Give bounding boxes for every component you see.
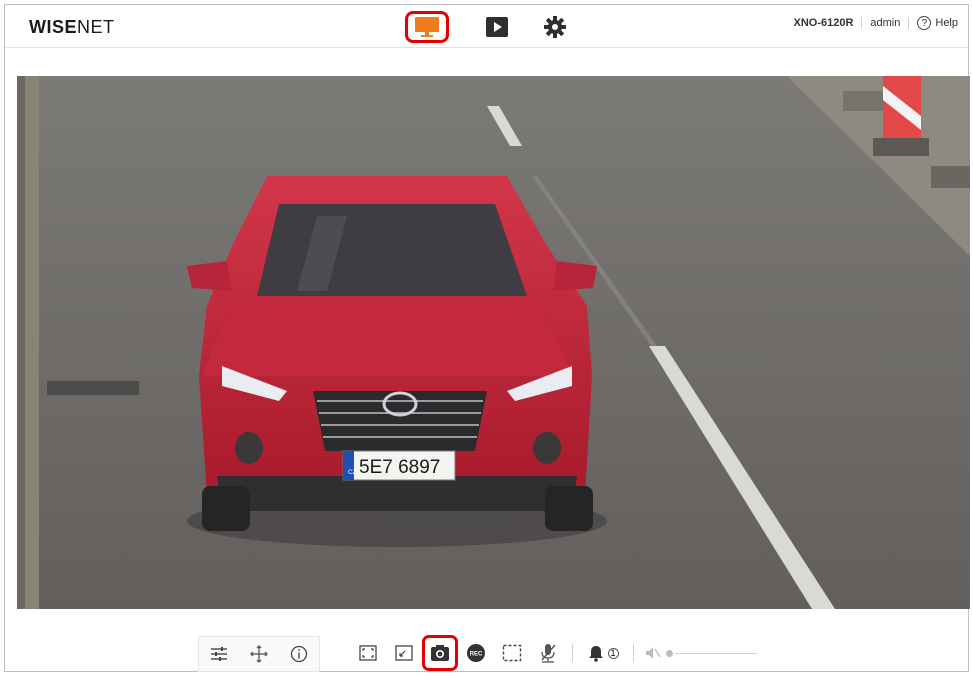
- record-icon: REC: [467, 644, 485, 662]
- dashed-square-icon: [502, 644, 522, 662]
- browser-frame: WISENET XNO-6120R admin ? Help CZ 5E7 68…: [4, 4, 970, 673]
- svg-text:REC: REC: [470, 652, 483, 658]
- toolbar-divider: [572, 644, 573, 662]
- ptz-control-button[interactable]: [239, 638, 279, 670]
- license-plate-text: 5E7 6897: [359, 457, 440, 478]
- toolbar-divider: [633, 644, 634, 662]
- volume-knob[interactable]: [666, 649, 673, 657]
- play-icon: [486, 17, 508, 37]
- record-button[interactable]: REC: [458, 637, 494, 669]
- toolbar-left-group: [198, 636, 320, 672]
- wisenet-logo: WISENET: [29, 17, 115, 37]
- setup-button[interactable]: [533, 11, 577, 43]
- monitor-icon: [415, 17, 439, 37]
- live-view-button[interactable]: [405, 11, 449, 43]
- info-button[interactable]: [279, 638, 319, 670]
- alarm-count: 1: [607, 647, 619, 659]
- fit-screen-button[interactable]: [350, 637, 386, 669]
- playback-button[interactable]: [475, 11, 519, 43]
- help-button[interactable]: ? Help: [909, 16, 958, 30]
- volume-track: [675, 652, 757, 654]
- alarm-button[interactable]: 1: [579, 637, 627, 669]
- speaker-muted-icon: [646, 647, 661, 659]
- volume-slider[interactable]: [666, 649, 757, 657]
- microphone-muted-icon: [541, 644, 556, 663]
- live-toolbar: REC 1: [5, 633, 968, 673]
- gear-icon: [544, 16, 566, 38]
- toolbar-right-group: REC 1: [350, 635, 757, 671]
- camera-image: CZ 5E7 6897: [17, 76, 970, 609]
- digital-zoom-button[interactable]: [494, 637, 530, 669]
- original-size-button[interactable]: [386, 637, 422, 669]
- user-name[interactable]: admin: [862, 17, 910, 29]
- resize-icon: [395, 645, 413, 661]
- info-icon: [290, 645, 308, 663]
- snapshot-button[interactable]: [422, 635, 458, 671]
- bell-icon: [588, 646, 603, 662]
- fit-screen-icon: [359, 645, 377, 661]
- live-video-view[interactable]: CZ 5E7 6897: [17, 76, 970, 609]
- question-icon: ?: [917, 16, 932, 30]
- help-label: Help: [935, 17, 958, 29]
- device-model: XNO-6120R: [793, 17, 863, 29]
- top-bar: WISENET XNO-6120R admin ? Help: [5, 5, 968, 48]
- microphone-button[interactable]: [530, 637, 566, 669]
- speaker-button[interactable]: [640, 637, 666, 669]
- plate-prefix: CZ: [348, 470, 356, 476]
- image-settings-button[interactable]: [199, 638, 239, 670]
- sliders-icon: [211, 647, 227, 661]
- header-right: XNO-6120R admin ? Help: [793, 16, 958, 30]
- move-arrows-icon: [250, 645, 268, 663]
- camera-icon: [431, 645, 449, 661]
